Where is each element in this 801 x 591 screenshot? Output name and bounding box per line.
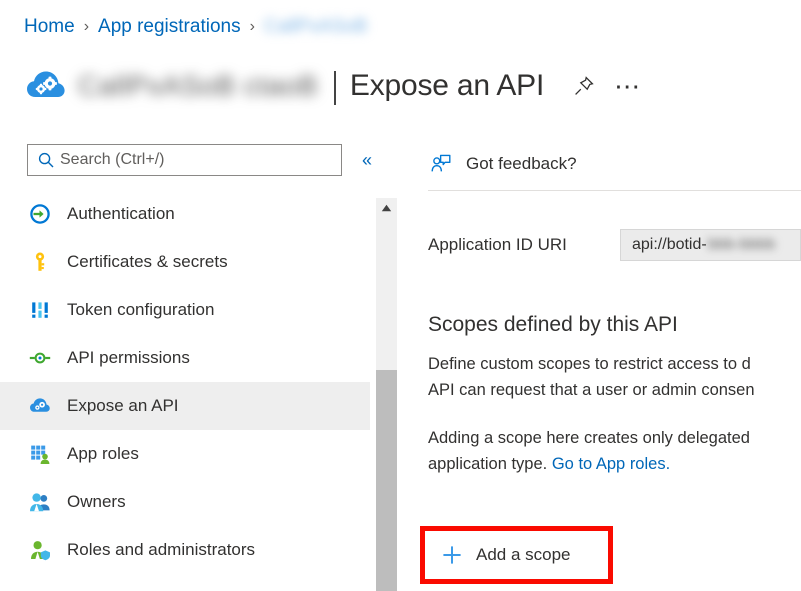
sidebar-item-owners[interactable]: Owners — [0, 478, 370, 526]
breadcrumb-item-app-registrations[interactable]: App registrations — [98, 16, 241, 38]
add-scope-highlight-box: Add a scope — [420, 526, 613, 584]
search-input[interactable] — [60, 146, 330, 174]
authentication-icon — [27, 201, 53, 227]
scopes-description-1-line-1: Define custom scopes to restrict access … — [428, 351, 801, 377]
scopes-description-2-prefix: application type. — [428, 455, 552, 473]
sidebar-nav-list: Authentication Certificates & secrets — [0, 190, 370, 574]
cloud-gears-icon — [24, 64, 68, 108]
go-to-app-roles-link[interactable]: Go to App roles. — [552, 455, 670, 473]
scopes-description-2-line-1: Adding a scope here creates only delegat… — [428, 425, 801, 451]
page-app-name: CallPxASoB ctaoB — [78, 70, 318, 102]
sidebar-item-label: App roles — [67, 444, 139, 464]
token-bars-icon — [27, 297, 53, 323]
breadcrumb-separator: › — [250, 18, 255, 36]
application-id-uri-prefix: api://botid- — [632, 236, 707, 254]
search-box[interactable] — [27, 144, 342, 176]
scopes-description-2-line-2: application type. Go to App roles. — [428, 451, 801, 477]
scroll-up-arrow-icon[interactable] — [376, 198, 397, 218]
cloud-gears-icon — [27, 393, 53, 419]
sidebar-scrollbar[interactable] — [376, 198, 397, 591]
api-permissions-icon — [27, 345, 53, 371]
sidebar-item-label: Owners — [67, 492, 126, 512]
add-scope-label: Add a scope — [476, 545, 571, 565]
scopes-description-2: Adding a scope here creates only delegat… — [428, 425, 801, 477]
application-id-uri-label: Application ID URI — [428, 235, 620, 255]
sidebar-item-label: Token configuration — [67, 300, 214, 320]
application-id-uri-value[interactable]: api://botid- bbb-bbbb — [620, 229, 801, 261]
page-header: CallPxASoB ctaoB Expose an API ⋯ — [24, 58, 642, 114]
content-divider — [428, 190, 801, 191]
add-scope-button[interactable]: Add a scope — [425, 531, 608, 579]
application-id-uri-redacted: bbb-bbbb — [708, 236, 776, 254]
azure-portal-blade: Home › App registrations › CallPxASoB — [0, 0, 801, 591]
sidebar-item-roles-and-administrators[interactable]: Roles and administrators — [0, 526, 370, 574]
sidebar-item-authentication[interactable]: Authentication — [0, 190, 370, 238]
pin-icon[interactable] — [570, 72, 598, 100]
search-icon — [32, 151, 60, 169]
sidebar-item-label: Expose an API — [67, 396, 179, 416]
sidebar-item-app-roles[interactable]: App roles — [0, 430, 370, 478]
scrollbar-thumb[interactable] — [376, 370, 397, 591]
main-content: Got feedback? Application ID URI api://b… — [428, 130, 801, 591]
sidebar-item-label: Authentication — [67, 204, 175, 224]
title-separator — [334, 71, 336, 105]
more-options-icon[interactable]: ⋯ — [614, 81, 642, 91]
scopes-description-1: Define custom scopes to restrict access … — [428, 351, 801, 403]
feedback-person-icon — [428, 151, 454, 177]
sidebar-item-label: Roles and administrators — [67, 540, 255, 560]
breadcrumb: Home › App registrations › CallPxASoB — [24, 12, 367, 42]
got-feedback-button[interactable]: Got feedback? — [428, 144, 801, 184]
plus-icon — [441, 544, 463, 566]
sidebar-item-label: API permissions — [67, 348, 190, 368]
sidebar-item-label: Certificates & secrets — [67, 252, 228, 272]
sidebar-item-token-configuration[interactable]: Token configuration — [0, 286, 370, 334]
scopes-section-title: Scopes defined by this API — [428, 313, 801, 337]
breadcrumb-item-app-name[interactable]: CallPxASoB — [264, 16, 368, 38]
sidebar-item-api-permissions[interactable]: API permissions — [0, 334, 370, 382]
breadcrumb-separator: › — [84, 18, 89, 36]
owners-icon — [27, 489, 53, 515]
key-icon — [27, 249, 53, 275]
app-roles-icon — [27, 441, 53, 467]
breadcrumb-item-home[interactable]: Home — [24, 16, 75, 38]
sidebar-item-certificates-secrets[interactable]: Certificates & secrets — [0, 238, 370, 286]
application-id-uri-row: Application ID URI api://botid- bbb-bbbb — [428, 229, 801, 261]
roles-admin-icon — [27, 537, 53, 563]
sidebar-search-row: « — [0, 130, 397, 176]
scopes-description-1-line-2: API can request that a user or admin con… — [428, 377, 801, 403]
got-feedback-label: Got feedback? — [466, 154, 577, 174]
page-title: Expose an API — [350, 69, 544, 103]
sidebar: « Authentication — [0, 130, 397, 591]
chevron-double-left-icon[interactable]: « — [354, 147, 380, 173]
sidebar-item-expose-an-api[interactable]: Expose an API — [0, 382, 370, 430]
